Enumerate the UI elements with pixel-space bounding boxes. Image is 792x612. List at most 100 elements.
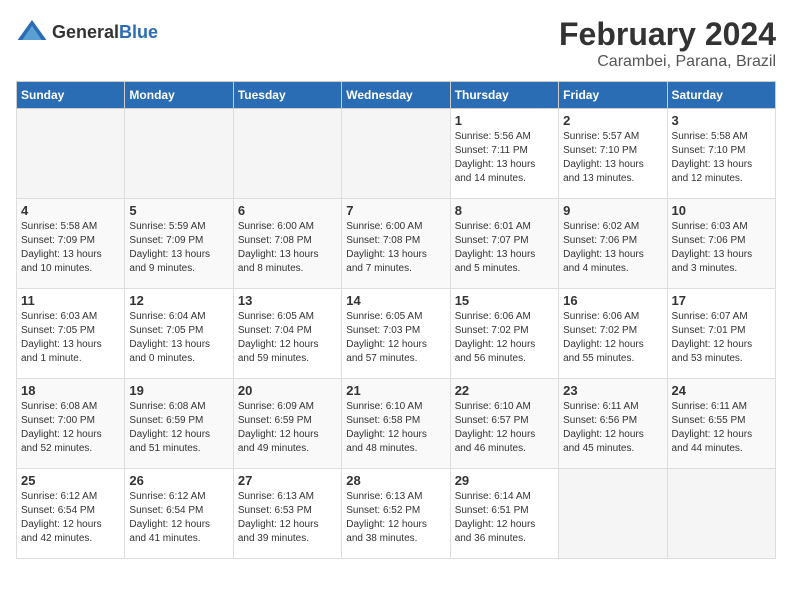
day-info: Sunrise: 6:12 AM Sunset: 6:54 PM Dayligh… [21,490,120,546]
calendar-cell: 12 Sunrise: 6:04 AM Sunset: 7:05 PM Dayli… [125,289,233,379]
main-title: February 2024 [559,16,776,53]
title-block: February 2024 Carambei, Parana, Brazil [559,16,776,71]
calendar-table: SundayMondayTuesdayWednesdayThursdayFrid… [16,81,776,559]
day-info: Sunrise: 6:03 AM Sunset: 7:06 PM Dayligh… [672,220,771,276]
day-info: Sunrise: 5:59 AM Sunset: 7:09 PM Dayligh… [129,220,228,276]
calendar-cell: 23 Sunrise: 6:11 AM Sunset: 6:56 PM Dayli… [559,379,667,469]
calendar-cell: 3Sunrise: 5:58 AM Sunset: 7:10 PM Daylig… [667,109,775,199]
day-info: Sunrise: 5:56 AM Sunset: 7:11 PM Dayligh… [455,130,554,186]
day-number: 24 [672,383,771,398]
weekday-header: Saturday [667,82,775,109]
calendar-cell: 22 Sunrise: 6:10 AM Sunset: 6:57 PM Dayli… [450,379,558,469]
day-number: 22 [455,383,554,398]
calendar-cell [667,469,775,559]
day-info: Sunrise: 6:12 AM Sunset: 6:54 PM Dayligh… [129,490,228,546]
day-info: Sunrise: 6:07 AM Sunset: 7:01 PM Dayligh… [672,310,771,366]
calendar-cell: 24Sunrise: 6:11 AM Sunset: 6:55 PM Dayli… [667,379,775,469]
day-number: 17 [672,293,771,308]
day-info: Sunrise: 6:10 AM Sunset: 6:57 PM Dayligh… [455,400,554,456]
day-number: 18 [21,383,120,398]
day-number: 5 [129,203,228,218]
weekday-header: Tuesday [233,82,341,109]
day-info: Sunrise: 6:14 AM Sunset: 6:51 PM Dayligh… [455,490,554,546]
logo-icon [16,16,48,48]
day-info: Sunrise: 6:08 AM Sunset: 7:00 PM Dayligh… [21,400,120,456]
day-number: 4 [21,203,120,218]
day-number: 7 [346,203,445,218]
logo-blue: Blue [119,22,158,42]
calendar-cell: 27Sunrise: 6:13 AM Sunset: 6:53 PM Dayli… [233,469,341,559]
calendar-cell: 13 Sunrise: 6:05 AM Sunset: 7:04 PM Dayli… [233,289,341,379]
day-info: Sunrise: 6:01 AM Sunset: 7:07 PM Dayligh… [455,220,554,276]
calendar-cell: 2Sunrise: 5:57 AM Sunset: 7:10 PM Daylig… [559,109,667,199]
day-info: Sunrise: 5:58 AM Sunset: 7:09 PM Dayligh… [21,220,120,276]
day-info: Sunrise: 6:13 AM Sunset: 6:52 PM Dayligh… [346,490,445,546]
calendar-body: 1 Sunrise: 5:56 AM Sunset: 7:11 PM Daylig… [17,109,776,559]
calendar-cell [559,469,667,559]
calendar-cell [233,109,341,199]
weekday-row: SundayMondayTuesdayWednesdayThursdayFrid… [17,82,776,109]
logo: GeneralBlue [16,16,158,48]
day-info: Sunrise: 6:05 AM Sunset: 7:03 PM Dayligh… [346,310,445,366]
day-number: 20 [238,383,337,398]
day-info: Sunrise: 6:03 AM Sunset: 7:05 PM Dayligh… [21,310,120,366]
day-number: 14 [346,293,445,308]
day-number: 13 [238,293,337,308]
calendar-week-row: 1 Sunrise: 5:56 AM Sunset: 7:11 PM Daylig… [17,109,776,199]
day-number: 1 [455,113,554,128]
day-number: 6 [238,203,337,218]
page-header: GeneralBlue February 2024 Carambei, Para… [16,16,776,71]
calendar-cell: 29Sunrise: 6:14 AM Sunset: 6:51 PM Dayli… [450,469,558,559]
logo-general: General [52,22,119,42]
calendar-week-row: 18 Sunrise: 6:08 AM Sunset: 7:00 PM Dayli… [17,379,776,469]
day-number: 8 [455,203,554,218]
day-info: Sunrise: 6:00 AM Sunset: 7:08 PM Dayligh… [346,220,445,276]
calendar-cell: 8 Sunrise: 6:01 AM Sunset: 7:07 PM Daylig… [450,199,558,289]
calendar-cell: 26 Sunrise: 6:12 AM Sunset: 6:54 PM Dayli… [125,469,233,559]
day-info: Sunrise: 6:06 AM Sunset: 7:02 PM Dayligh… [455,310,554,366]
calendar-cell: 10 Sunrise: 6:03 AM Sunset: 7:06 PM Dayli… [667,199,775,289]
day-info: Sunrise: 6:04 AM Sunset: 7:05 PM Dayligh… [129,310,228,366]
calendar-cell: 11 Sunrise: 6:03 AM Sunset: 7:05 PM Dayli… [17,289,125,379]
day-number: 27 [238,473,337,488]
calendar-cell [17,109,125,199]
day-info: Sunrise: 6:10 AM Sunset: 6:58 PM Dayligh… [346,400,445,456]
logo-text: GeneralBlue [52,22,158,43]
calendar-cell: 14 Sunrise: 6:05 AM Sunset: 7:03 PM Dayli… [342,289,450,379]
day-number: 23 [563,383,662,398]
calendar-cell [125,109,233,199]
day-info: Sunrise: 6:11 AM Sunset: 6:56 PM Dayligh… [563,400,662,456]
weekday-header: Wednesday [342,82,450,109]
day-info: Sunrise: 5:57 AM Sunset: 7:10 PM Dayligh… [563,130,662,186]
calendar-cell: 17 Sunrise: 6:07 AM Sunset: 7:01 PM Dayli… [667,289,775,379]
calendar-cell: 18 Sunrise: 6:08 AM Sunset: 7:00 PM Dayli… [17,379,125,469]
calendar-cell [342,109,450,199]
weekday-header: Friday [559,82,667,109]
calendar-cell: 4 Sunrise: 5:58 AM Sunset: 7:09 PM Daylig… [17,199,125,289]
calendar-week-row: 4 Sunrise: 5:58 AM Sunset: 7:09 PM Daylig… [17,199,776,289]
day-info: Sunrise: 6:02 AM Sunset: 7:06 PM Dayligh… [563,220,662,276]
calendar-cell: 21Sunrise: 6:10 AM Sunset: 6:58 PM Dayli… [342,379,450,469]
subtitle: Carambei, Parana, Brazil [559,53,776,71]
day-number: 25 [21,473,120,488]
day-number: 9 [563,203,662,218]
weekday-header: Monday [125,82,233,109]
calendar-cell: 16Sunrise: 6:06 AM Sunset: 7:02 PM Dayli… [559,289,667,379]
day-number: 11 [21,293,120,308]
calendar-cell: 28Sunrise: 6:13 AM Sunset: 6:52 PM Dayli… [342,469,450,559]
calendar-week-row: 11 Sunrise: 6:03 AM Sunset: 7:05 PM Dayli… [17,289,776,379]
day-number: 12 [129,293,228,308]
day-number: 26 [129,473,228,488]
day-number: 16 [563,293,662,308]
day-info: Sunrise: 6:00 AM Sunset: 7:08 PM Dayligh… [238,220,337,276]
day-info: Sunrise: 6:05 AM Sunset: 7:04 PM Dayligh… [238,310,337,366]
calendar-cell: 5 Sunrise: 5:59 AM Sunset: 7:09 PM Daylig… [125,199,233,289]
calendar-cell: 9 Sunrise: 6:02 AM Sunset: 7:06 PM Daylig… [559,199,667,289]
calendar-cell: 19Sunrise: 6:08 AM Sunset: 6:59 PM Dayli… [125,379,233,469]
day-number: 10 [672,203,771,218]
calendar-cell: 1 Sunrise: 5:56 AM Sunset: 7:11 PM Daylig… [450,109,558,199]
calendar-week-row: 25 Sunrise: 6:12 AM Sunset: 6:54 PM Dayli… [17,469,776,559]
calendar-cell: 25 Sunrise: 6:12 AM Sunset: 6:54 PM Dayli… [17,469,125,559]
calendar-header: SundayMondayTuesdayWednesdayThursdayFrid… [17,82,776,109]
calendar-cell: 6 Sunrise: 6:00 AM Sunset: 7:08 PM Daylig… [233,199,341,289]
